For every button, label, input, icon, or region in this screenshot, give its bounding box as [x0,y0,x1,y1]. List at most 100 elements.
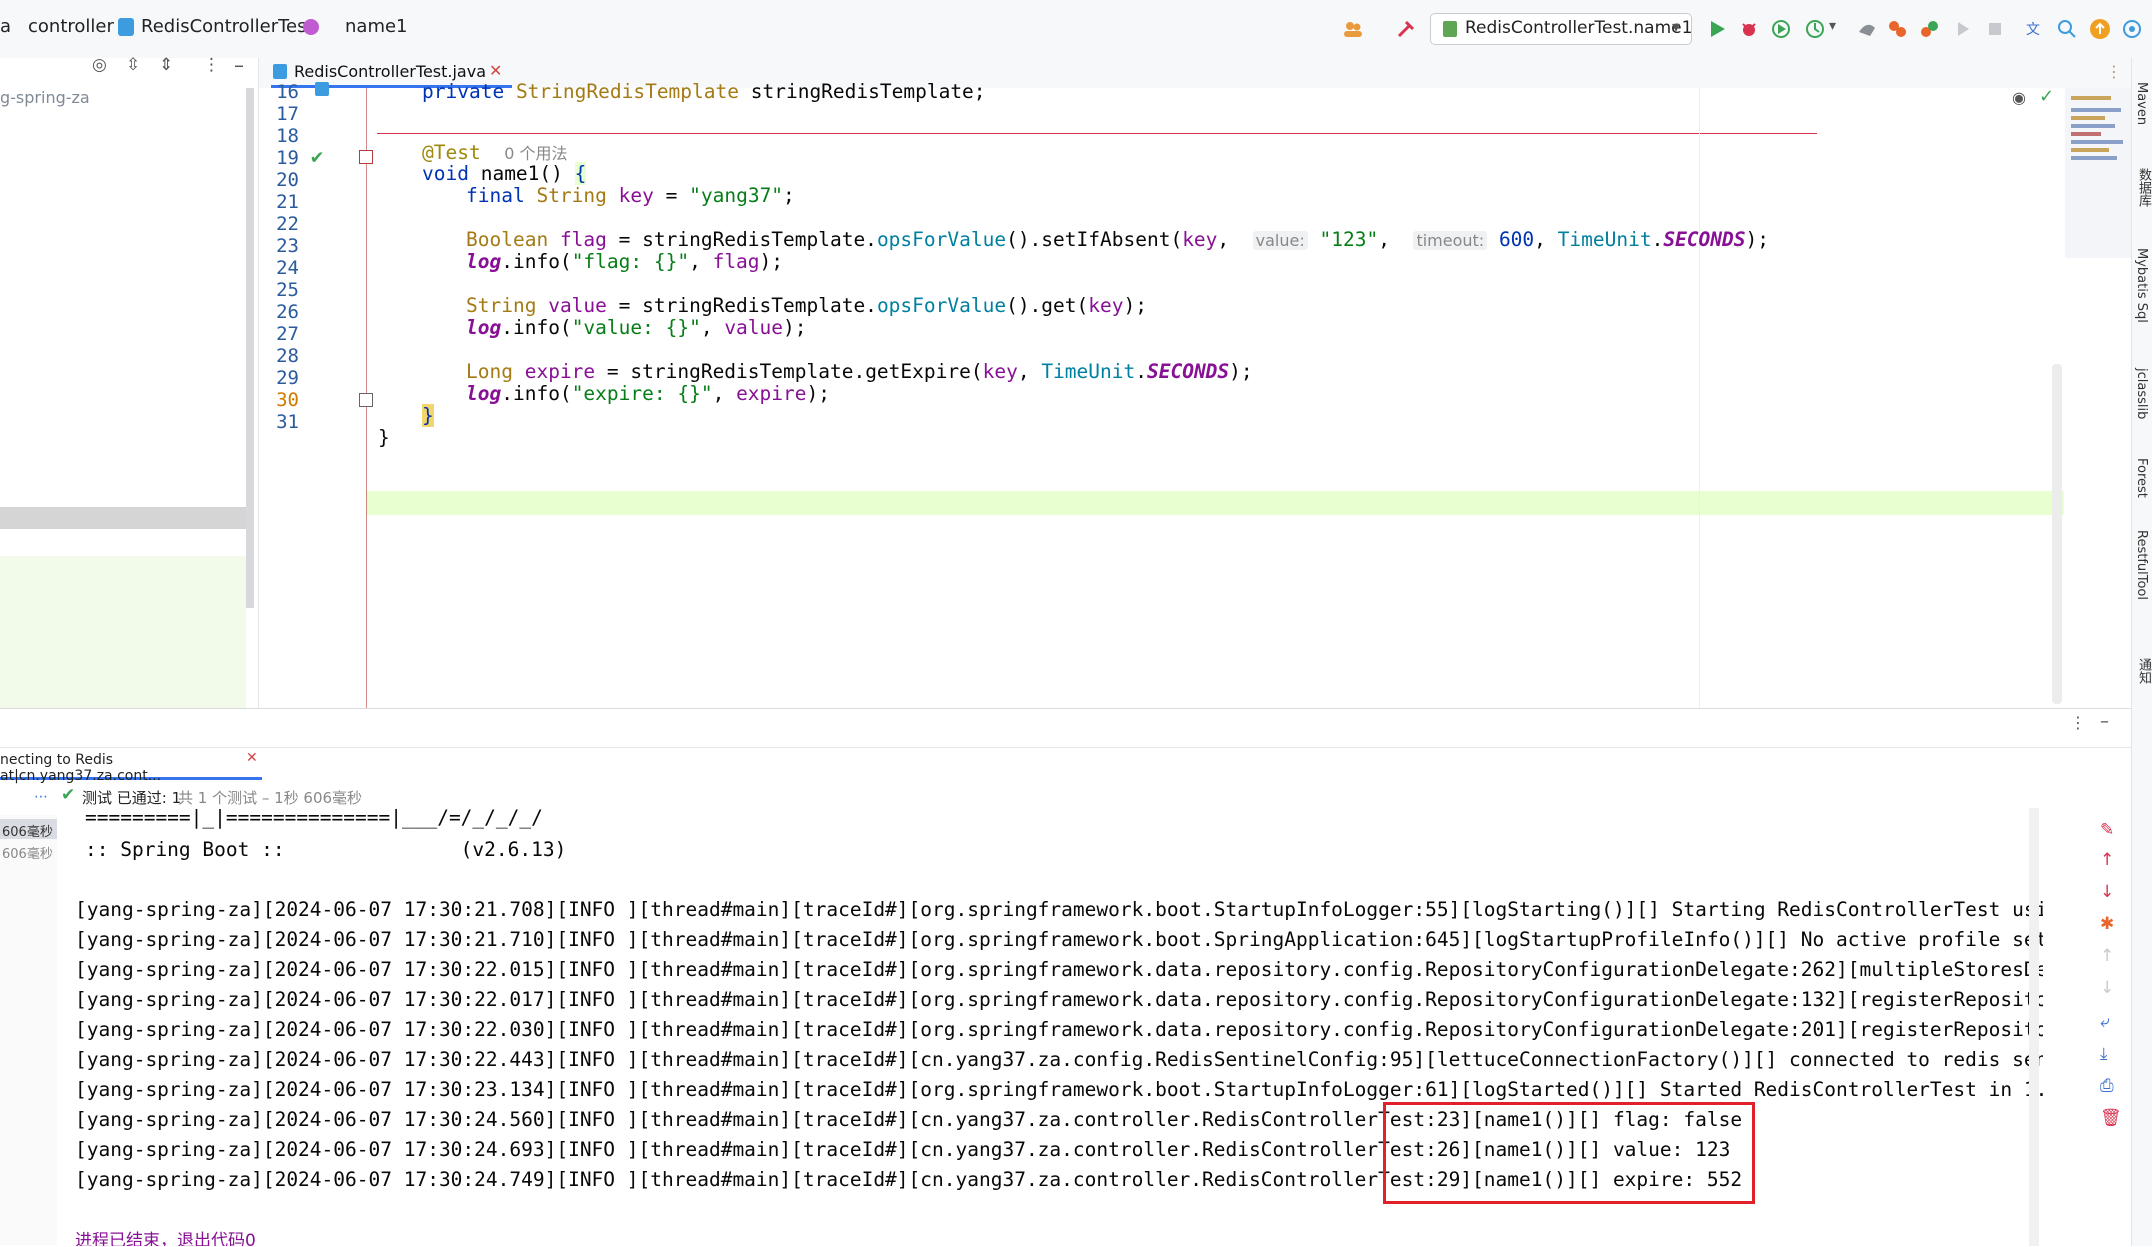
top-toolbar: a controller RedisControllerTest name1 R… [0,0,2152,59]
breadcrumb-class[interactable]: RedisControllerTest [141,16,314,37]
code-line-31: } [378,426,390,449]
minimap[interactable] [2065,88,2131,258]
line-number: 31 [276,411,299,433]
clear-icon[interactable]: ✎ [2100,820,2114,840]
debug-icon[interactable] [1738,18,1760,40]
arrow-down-icon[interactable]: ↓ [2100,882,2114,902]
test-duration[interactable]: 606毫秒 [2,843,53,862]
more-icon[interactable]: ⋯ [34,789,48,805]
reader-mode-icon[interactable]: ◉ [2012,88,2026,107]
line-number: 22 [276,213,299,235]
svg-text:文: 文 [2026,22,2040,38]
tab-run-session[interactable]: necting to Redis at|cn.yang37.za.cont...… [0,748,262,784]
plugin-green-icon[interactable] [1918,18,1940,40]
users-icon[interactable] [1342,18,1364,40]
close-run-tab-icon[interactable]: ✕ [246,750,258,766]
run-icon[interactable] [1706,18,1728,40]
close-tab-icon[interactable]: ✕ [489,61,502,80]
code-line-25: String value = stringRedisTemplate.opsFo… [466,294,1147,317]
test-tree: 606毫秒 606毫秒 [0,815,57,1245]
line-number: 27 [276,323,299,345]
console-scrollbar[interactable] [2029,808,2039,1246]
test-passed-icon[interactable]: ✔ [311,144,323,168]
search-icon[interactable] [2056,18,2078,40]
param-hint-value: value: [1252,231,1308,250]
more-run-chevron-icon[interactable]: ▾ [1829,18,1836,34]
tab-label: RedisControllerTest.java [294,62,486,81]
print-icon[interactable]: ⎙ [2100,1076,2114,1096]
tool-forest[interactable]: Forest [2134,458,2149,498]
run-minimize-icon[interactable]: – [2100,711,2109,732]
code-line-30: } [422,404,434,427]
run-config-selector[interactable]: RedisControllerTest.name1 ▾ [1430,13,1692,45]
target-icon[interactable]: ◎ [92,55,107,75]
coverage-icon[interactable] [1770,18,1792,40]
fold-start-icon[interactable] [359,150,373,164]
line-number: 20 [276,169,299,191]
line-number: 19 [276,147,299,169]
usages-hint[interactable]: 0 个用法 [504,144,567,163]
arrow-up-icon[interactable]: ↑ [2100,850,2114,870]
line-number: 26 [276,301,299,323]
code-line-29: log.info("expire: {}", expire); [466,382,830,405]
line-number: 16 [276,81,299,103]
hammer-icon[interactable] [1395,18,1417,40]
test-tree-row-selected[interactable]: 606毫秒 [0,819,57,840]
right-tool-strip: Maven 数据库 Mybatis Sql jclasslib Forest R… [2131,58,2152,1246]
console-line: :: Spring Boot :: (v2.6.13) [85,838,567,861]
expand-all-icon[interactable]: ⇳ [126,55,140,75]
tab-more-icon[interactable]: ⋮ [2106,62,2122,81]
param-hint-timeout: timeout: [1413,231,1488,250]
more-options-icon[interactable]: ⋮ [203,55,220,75]
editor-scrollbar[interactable] [2052,364,2062,704]
project-scrollbar[interactable] [246,88,254,608]
update-icon[interactable] [2089,18,2111,40]
code-line-28: Long expire = stringRedisTemplate.getExp… [466,360,1253,383]
selected-tree-row[interactable] [0,507,246,529]
breadcrumb-method[interactable]: name1 [345,16,408,37]
tool-notifications[interactable]: 通知 [2134,658,2152,684]
rerun-icon[interactable]: ✱ [2100,914,2114,934]
breadcrumb-root[interactable]: a [0,16,11,37]
console-line: [yang-spring-za][2024-06-07 17:30:21.708… [75,898,2043,921]
right-margin-guide [1699,88,1700,708]
resume-icon[interactable] [1952,18,1974,40]
stop-icon[interactable] [1984,18,2006,40]
project-root-label[interactable]: g-spring-za [0,88,90,107]
run-options-icon[interactable]: ⋮ [2070,713,2086,732]
breadcrumb-controller[interactable]: controller [28,16,114,37]
tool-jclasslib[interactable]: jclasslib [2134,368,2149,419]
process-exit-line: 进程已结束，退出代码0 [75,1231,256,1246]
console-line: [yang-spring-za][2024-06-07 17:30:22.030… [75,1018,2043,1041]
settings-icon[interactable] [2121,18,2143,40]
no-problems-check-icon[interactable]: ✓ [2039,86,2054,107]
line-number-current: 30 [276,389,299,411]
plugin-orange-icon[interactable] [1886,18,1908,40]
next-icon[interactable]: ↓ [2100,978,2114,998]
line-number: 21 [276,191,299,213]
translate-icon[interactable]: 文 [2024,18,2046,40]
code-line-18: @Test 0 个用法 [422,141,568,164]
tool-restfultool[interactable]: RestfulTool [2134,530,2149,600]
bean-icon[interactable] [315,82,329,96]
minimize-icon[interactable]: – [234,53,244,77]
fold-end-icon[interactable] [359,393,373,407]
tool-maven[interactable]: Maven [2134,82,2149,125]
soft-wrap-icon[interactable]: ⤶ [2100,1012,2110,1032]
chevron-down-icon: ▾ [1672,17,1681,36]
class-file-icon [118,18,134,36]
console-line: =========|_|==============|___/=/_/_/_/ [85,808,543,829]
line-number: 24 [276,257,299,279]
tool-mybatis-sql[interactable]: Mybatis Sql [2134,248,2149,323]
run-divider [0,747,2131,748]
prev-icon[interactable]: ↑ [2100,946,2114,966]
tool-database[interactable]: 数据库 [2134,168,2152,207]
profiler-icon[interactable] [1804,18,1826,40]
scroll-to-end-icon[interactable]: ⤓ [2100,1044,2108,1064]
code-line-19: void name1() { [422,162,587,185]
console-line: [yang-spring-za][2024-06-07 17:30:22.017… [75,988,2043,1011]
collapse-all-icon[interactable]: ⇕ [159,55,173,75]
delete-icon[interactable]: 🗑 [2100,1108,2122,1128]
attach-icon[interactable] [1856,18,1878,40]
console-output[interactable]: =========|_|==============|___/=/_/_/_/ … [57,808,2043,1246]
